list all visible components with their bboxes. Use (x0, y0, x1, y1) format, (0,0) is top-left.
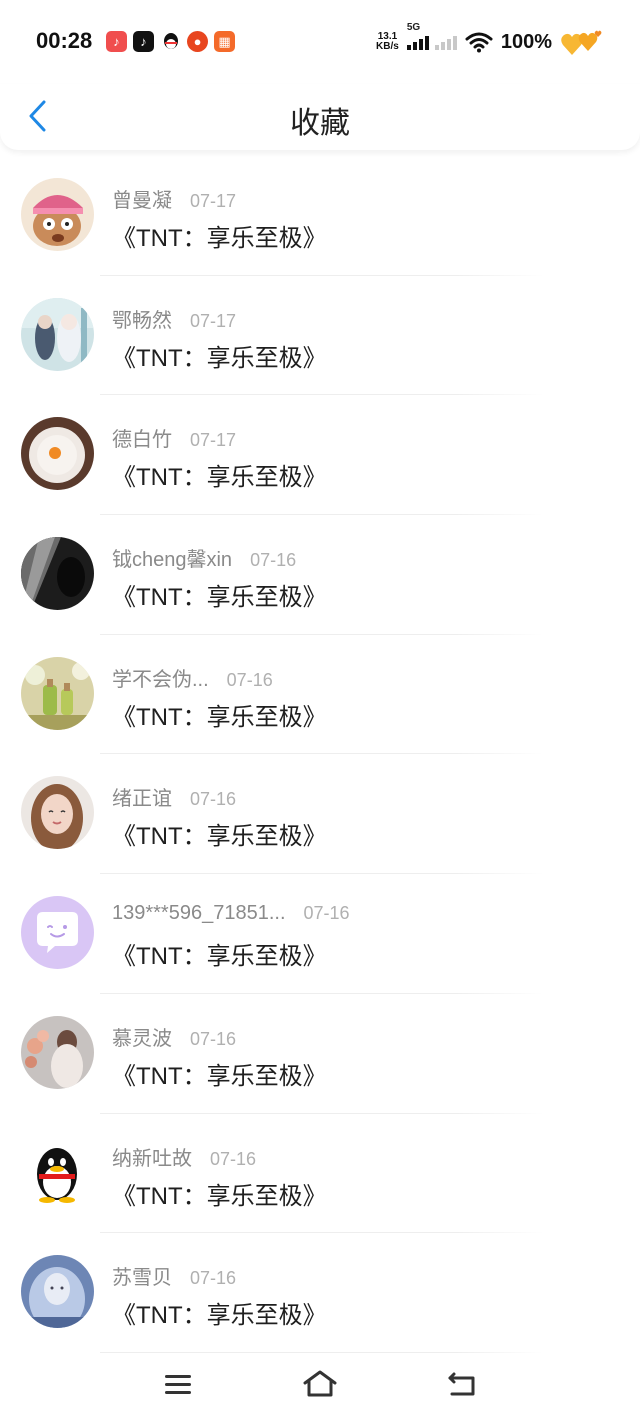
taobao-icon: ● (187, 31, 208, 52)
item-title: 《TNT：享乐至极》 (112, 1302, 327, 1330)
anime-avatar[interactable] (21, 297, 94, 371)
item-meta: 鄂畅然 07-17 (112, 304, 236, 333)
item-meta: 学不会伪... 07-16 (112, 663, 273, 692)
list-item[interactable]: 学不会伪... 07-16 《TNT：享乐至极》 (0, 635, 640, 755)
battery-level: 100% (500, 30, 552, 53)
status-time: 00:28 (36, 28, 93, 53)
back-nav-button[interactable] (442, 1364, 482, 1404)
qq-icon (160, 31, 181, 52)
item-date: 07-16 (303, 903, 350, 924)
list-item[interactable]: 苏雪贝 07-16 《TNT：享乐至极》 (0, 1233, 640, 1353)
user-name: 纳新吐故 (112, 1147, 192, 1170)
user-name: 慕灵波 (112, 1027, 172, 1050)
shadow-avatar[interactable] (21, 537, 94, 611)
item-meta: 苏雪贝 07-16 (112, 1261, 236, 1290)
item-meta: 绪正谊 07-16 (112, 782, 236, 811)
item-title: 《TNT：享乐至极》 (112, 584, 327, 612)
menu-button[interactable] (158, 1364, 198, 1404)
item-date: 07-16 (210, 1148, 257, 1169)
notification-icons: ♪ ♪ ● ▦ (106, 31, 235, 52)
flowers-avatar[interactable] (21, 1015, 94, 1089)
item-meta: 纳新吐故 07-16 (112, 1142, 256, 1171)
item-date: 07-17 (190, 310, 237, 331)
item-title: 《TNT：享乐至极》 (112, 703, 327, 731)
item-date: 07-17 (190, 430, 237, 451)
item-meta: 钺cheng馨xin 07-16 (112, 543, 296, 572)
system-nav-bar (0, 1348, 640, 1422)
item-date: 07-16 (226, 669, 273, 690)
bottles-avatar[interactable] (21, 656, 94, 730)
item-title: 《TNT：享乐至极》 (112, 1182, 327, 1210)
net-speed-unit: KB/s (376, 41, 399, 52)
home-button[interactable] (300, 1364, 340, 1404)
music-app-icon: ♪ (106, 31, 127, 52)
tiktok-icon: ♪ (133, 31, 154, 52)
favorites-list: 曾曼凝 07-17 《TNT：享乐至极》 鄂畅然 07-17 《TNT：享乐至极… (0, 156, 640, 1353)
list-item[interactable]: 曾曼凝 07-17 《TNT：享乐至极》 (0, 156, 640, 276)
item-meta: 139***596_71851... 07-16 (112, 902, 350, 925)
list-item[interactable]: 鄂畅然 07-17 《TNT：享乐至极》 (0, 276, 640, 396)
return-icon (448, 1372, 475, 1396)
penguin-avatar[interactable] (21, 1135, 94, 1209)
list-item[interactable]: 绪正谊 07-16 《TNT：享乐至极》 (0, 754, 640, 874)
status-bar: 00:28 ♪ ♪ ● ▦ 13.1 KB/s 5G 100% (0, 0, 640, 84)
net-speed: 13.1 KB/s (376, 32, 399, 52)
item-meta: 慕灵波 07-16 (112, 1022, 236, 1051)
user-name: 绪正谊 (112, 788, 172, 811)
user-name: 钺cheng馨xin (112, 549, 233, 572)
item-title: 《TNT：享乐至极》 (112, 823, 327, 851)
menu-icon (165, 1375, 191, 1394)
item-date: 07-16 (250, 550, 297, 571)
item-title: 《TNT：享乐至极》 (112, 344, 327, 372)
egg-avatar[interactable] (21, 417, 94, 491)
user-name: 139***596_71851... (112, 902, 286, 925)
system-indicators: 13.1 KB/s 5G 100% (376, 22, 604, 57)
item-meta: 曾曼凝 07-17 (112, 184, 236, 213)
app-store-icon: ▦ (214, 31, 235, 52)
fantasy-avatar[interactable] (21, 1255, 94, 1329)
list-item[interactable]: 慕灵波 07-16 《TNT：享乐至极》 (0, 994, 640, 1114)
user-name: 曾曼凝 (112, 190, 172, 212)
page-title: 收藏 (290, 107, 350, 140)
item-title: 《TNT：享乐至极》 (112, 1062, 327, 1090)
item-title: 《TNT：享乐至极》 (112, 464, 327, 492)
cartoon-avatar[interactable] (21, 178, 94, 251)
default-chat-avatar[interactable] (21, 896, 94, 970)
list-item[interactable]: 德白竹 07-17 《TNT：享乐至极》 (0, 395, 640, 515)
wifi-icon (465, 32, 493, 53)
item-meta: 德白竹 07-17 (112, 423, 236, 452)
item-date: 07-16 (190, 789, 237, 810)
user-name: 学不会伪... (112, 668, 209, 691)
item-title: 《TNT：享乐至极》 (112, 225, 327, 252)
signal-sim2-icon (434, 34, 457, 50)
item-date: 07-16 (190, 1028, 237, 1049)
user-name: 苏雪贝 (112, 1267, 172, 1290)
user-name: 德白竹 (112, 429, 172, 452)
list-item[interactable]: 139***596_71851... 07-16 《TNT：享乐至极》 (0, 874, 640, 994)
signal-group: 5G (406, 22, 457, 50)
list-item[interactable]: 纳新吐故 07-16 《TNT：享乐至极》 (0, 1114, 640, 1234)
item-date: 07-16 (190, 1268, 237, 1289)
header-bar: 收藏 (0, 84, 640, 150)
user-name: 鄂畅然 (112, 309, 172, 332)
item-title: 《TNT：享乐至极》 (112, 943, 327, 971)
item-date: 07-17 (190, 191, 237, 211)
network-type: 5G (406, 22, 421, 33)
list-item[interactable]: 钺cheng馨xin 07-16 《TNT：享乐至极》 (0, 515, 640, 635)
girl-avatar[interactable] (21, 776, 94, 850)
signal-5g-icon: 5G (406, 22, 429, 50)
hearts-icon (561, 30, 602, 55)
home-icon (303, 1370, 337, 1397)
